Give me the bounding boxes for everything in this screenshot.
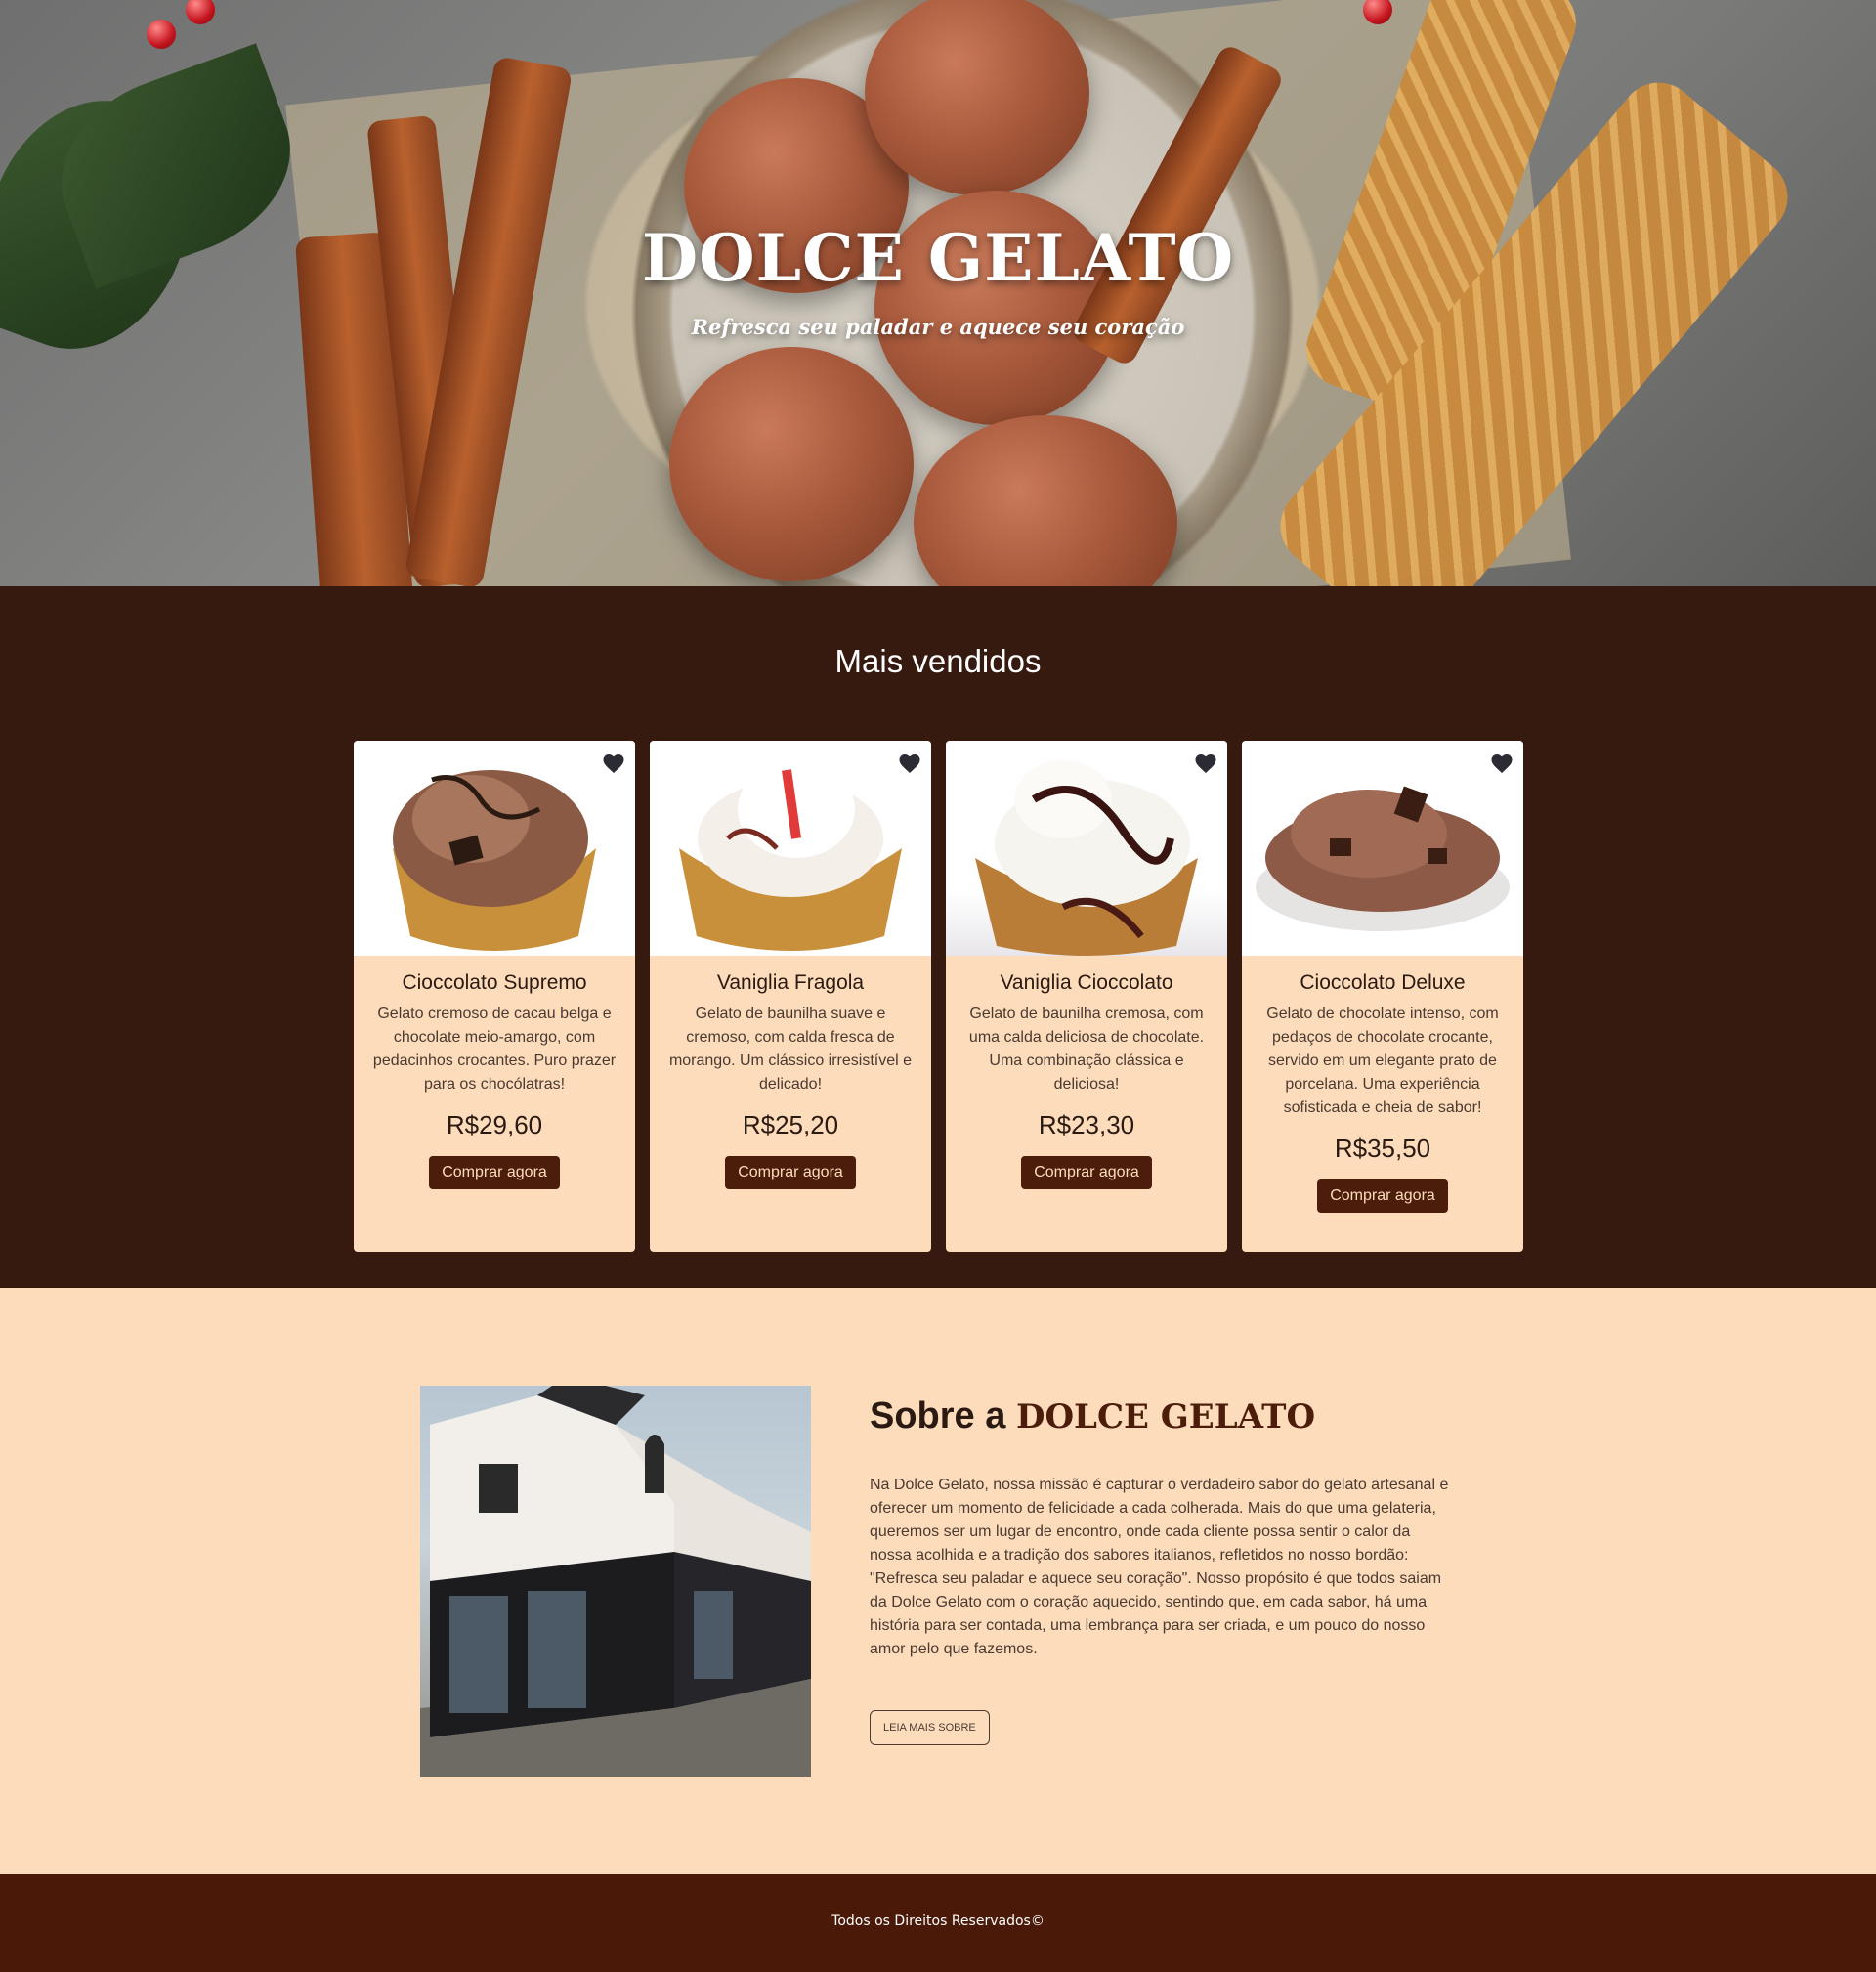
product-image	[650, 741, 931, 956]
product-card: Cioccolato Supremo Gelato cremoso de cac…	[354, 741, 635, 1252]
product-list: Cioccolato Supremo Gelato cremoso de cac…	[354, 741, 1523, 1252]
shop-photo	[420, 1386, 811, 1777]
about-heading-brand: DOLCE GELATO	[1015, 1397, 1316, 1436]
product-image	[354, 741, 635, 956]
heart-icon[interactable]	[898, 752, 921, 774]
product-description: Gelato de chocolate intenso, com pedaços…	[1266, 1006, 1499, 1116]
product-card: Vaniglia Cioccolato Gelato de baunilha c…	[946, 741, 1227, 1252]
about-section: Sobre a DOLCE GELATO Na Dolce Gelato, no…	[0, 1288, 1876, 1874]
about-text: Na Dolce Gelato, nossa missão é capturar…	[870, 1477, 1449, 1657]
heart-icon[interactable]	[602, 752, 625, 774]
copyright-text: Todos os Direitos Reservados©	[831, 1913, 1045, 1929]
buy-now-button[interactable]: Comprar agora	[1021, 1156, 1152, 1189]
read-more-button[interactable]: LEIA MAIS SOBRE	[870, 1710, 990, 1745]
about-heading-prefix: Sobre a	[870, 1395, 1006, 1436]
footer: Todos os Direitos Reservados©	[0, 1874, 1876, 1972]
hero-banner: DOLCE GELATO Refresca seu paladar e aque…	[0, 0, 1876, 586]
bestsellers-section: Mais vendidos Cioccolato Supremo Gelato …	[0, 586, 1876, 1288]
product-name: Cioccolato Supremo	[402, 971, 587, 994]
product-price: R$35,50	[1334, 1134, 1431, 1163]
product-name: Cioccolato Deluxe	[1300, 971, 1466, 994]
buy-now-button[interactable]: Comprar agora	[429, 1156, 560, 1189]
hero-title: DOLCE GELATO	[641, 220, 1235, 296]
product-name: Vaniglia Fragola	[716, 971, 865, 994]
product-price: R$25,20	[742, 1110, 839, 1139]
buy-now-button[interactable]: Comprar agora	[725, 1156, 856, 1189]
product-card: Vaniglia Fragola Gelato de baunilha suav…	[650, 741, 931, 1252]
product-image-art	[1256, 786, 1510, 931]
product-price: R$29,60	[446, 1110, 543, 1139]
product-price: R$23,30	[1038, 1110, 1135, 1139]
holly-berry	[147, 20, 176, 49]
product-card: Cioccolato Deluxe Gelato de chocolate in…	[1242, 741, 1523, 1252]
product-description: Gelato de baunilha cremosa, com uma cald…	[968, 1006, 1205, 1093]
holly-berry	[186, 0, 215, 24]
product-image-art	[679, 760, 902, 951]
buy-now-button[interactable]: Comprar agora	[1317, 1179, 1448, 1213]
product-image-art	[975, 760, 1198, 956]
hero-subtitle: Refresca seu paladar e aquece seu coraçã…	[691, 315, 1185, 339]
product-image	[946, 741, 1227, 956]
product-image-art	[393, 770, 596, 951]
product-description: Gelato cremoso de cacau belga e chocolat…	[372, 1006, 617, 1093]
heart-icon[interactable]	[1194, 752, 1217, 774]
product-description: Gelato de baunilha suave e cremoso, com …	[668, 1006, 913, 1093]
product-name: Vaniglia Cioccolato	[1000, 971, 1173, 994]
heart-icon[interactable]	[1490, 752, 1514, 774]
product-image	[1242, 741, 1523, 956]
hero-scoop	[669, 347, 914, 581]
section-title: Mais vendidos	[834, 643, 1042, 679]
about-heading: Sobre a DOLCE GELATO	[870, 1395, 1315, 1437]
shop-photo-art	[420, 1386, 811, 1777]
